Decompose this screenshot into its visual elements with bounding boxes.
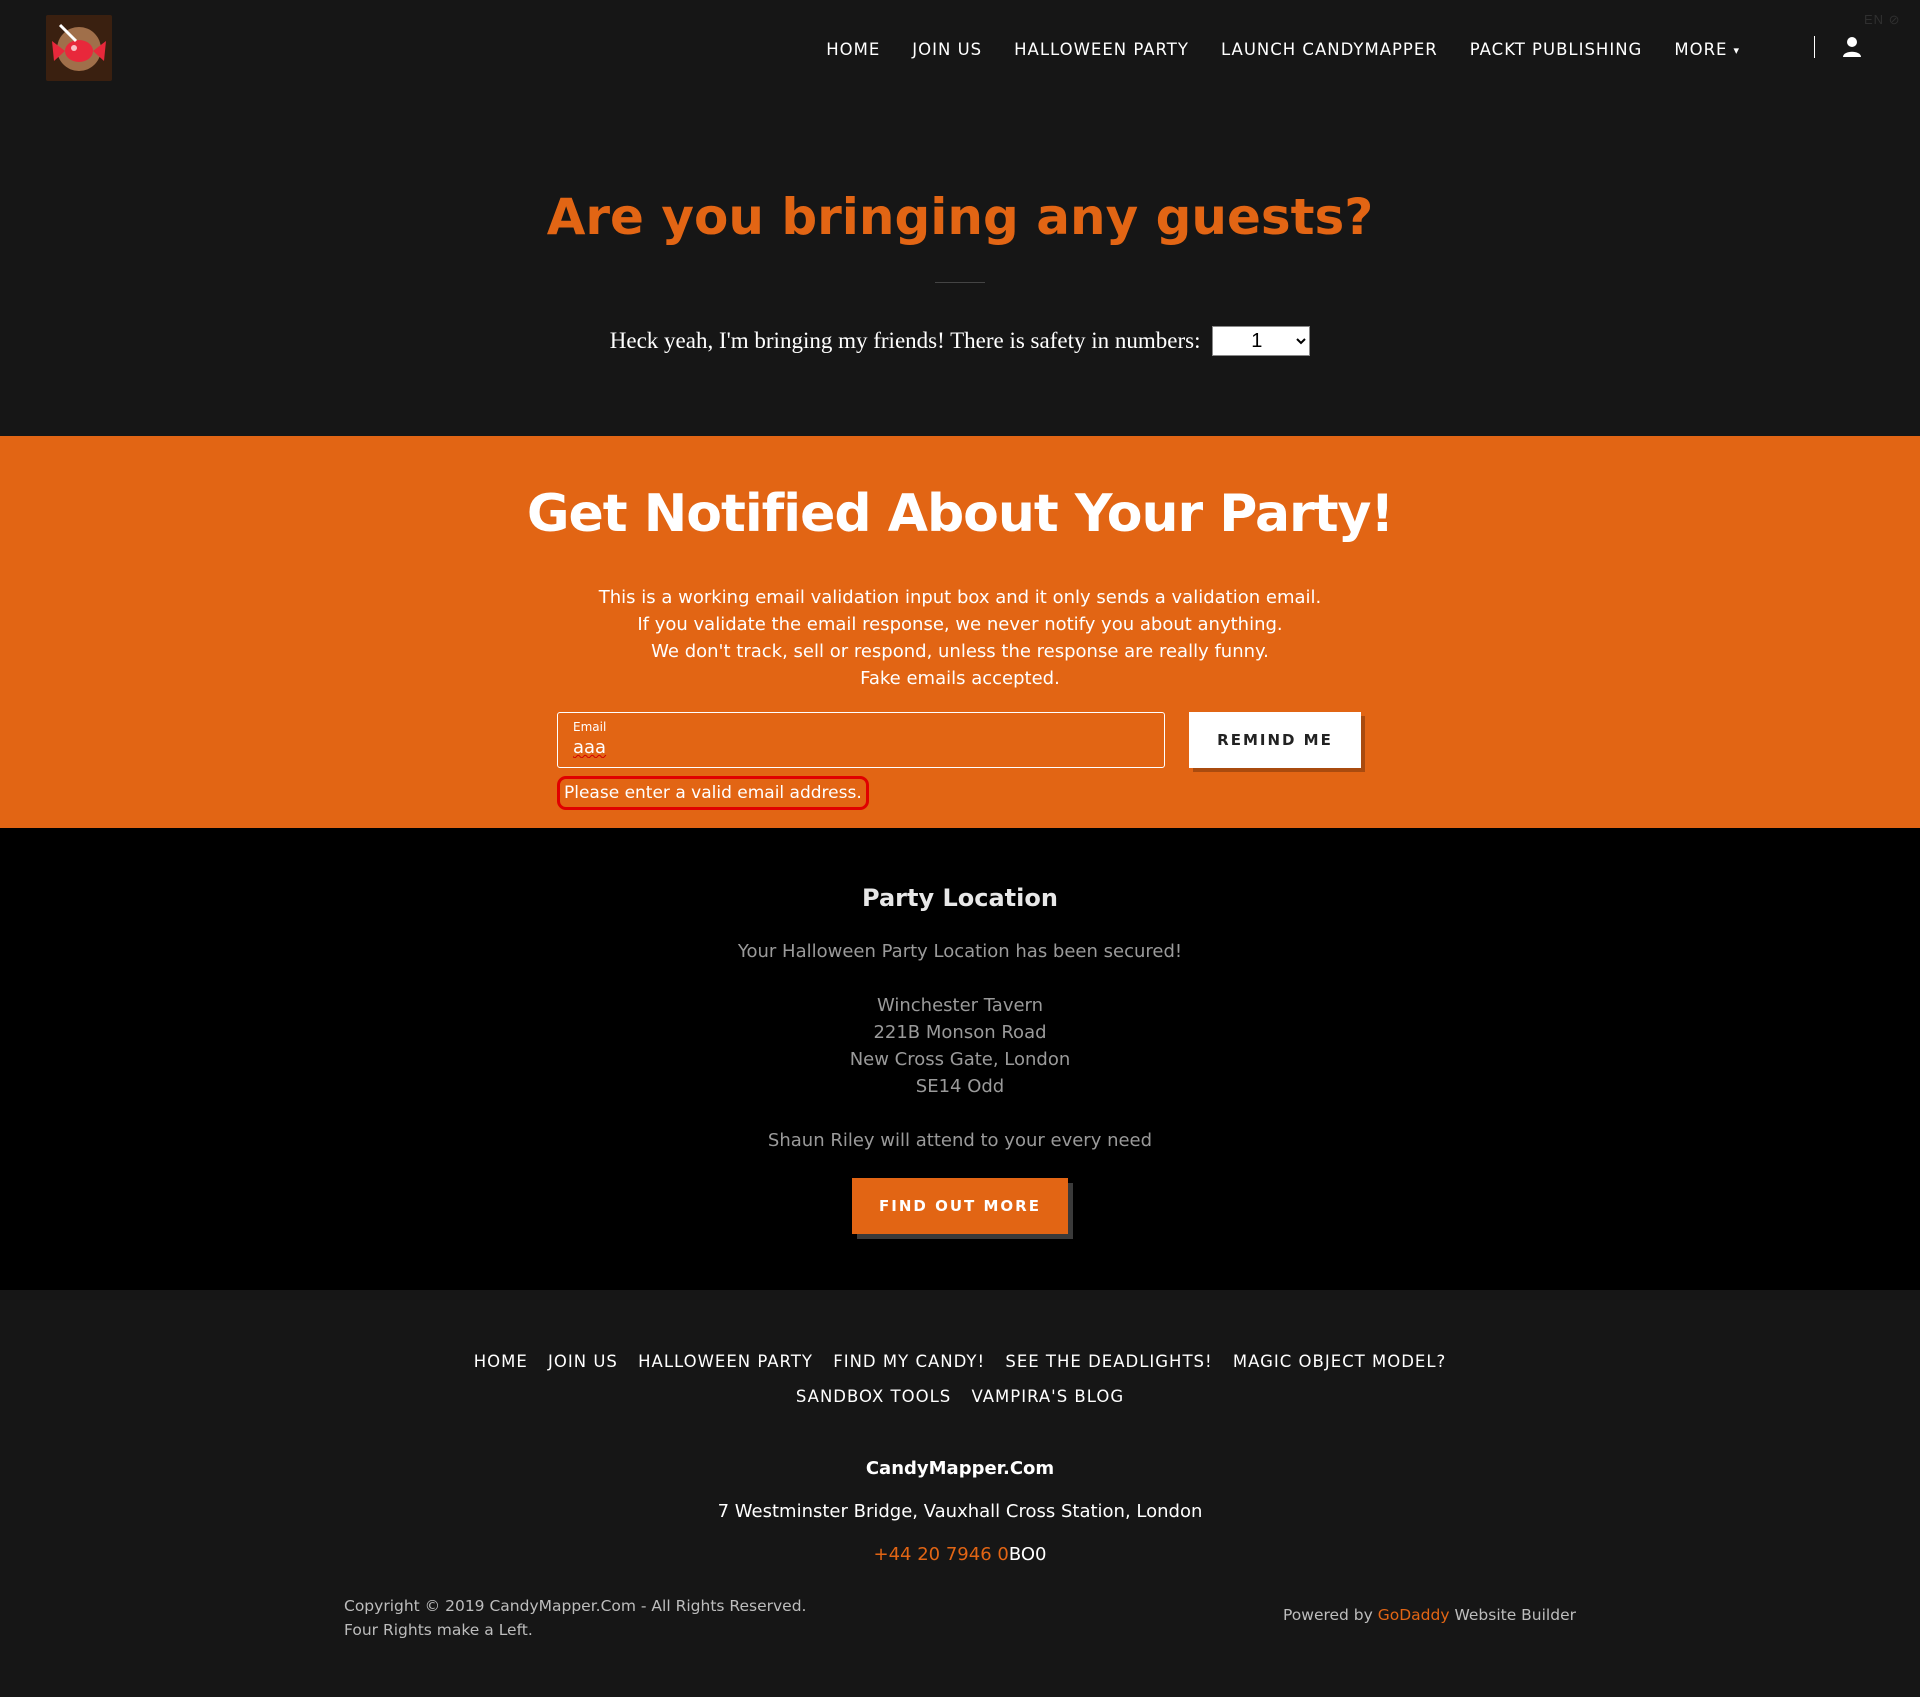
phone-number-link[interactable]: +44 20 7946 0 [874, 1544, 1009, 1565]
email-error-message: Please enter a valid email address. [557, 776, 869, 810]
notify-line: We don't track, sell or respond, unless … [651, 641, 1269, 662]
footer-phone[interactable]: +44 20 7946 0BO0 [0, 1544, 1920, 1565]
location-title: Party Location [862, 884, 1058, 912]
notify-section: Get Notified About Your Party! This is a… [0, 436, 1920, 828]
email-input[interactable] [573, 737, 1143, 758]
notify-line: Fake emails accepted. [860, 668, 1060, 689]
main-nav: HOME JOIN US HALLOWEEN PARTY LAUNCH CAND… [794, 40, 1740, 59]
guests-title: Are you bringing any guests? [546, 188, 1374, 246]
footer-nav-row-2: SANDBOX TOOLS VAMPIRA'S BLOG [0, 1387, 1920, 1406]
nav-divider [1814, 36, 1815, 58]
language-selector[interactable]: EN ⊘ [1864, 12, 1901, 28]
footer-nav-row-1: HOME JOIN US HALLOWEEN PARTY FIND MY CAN… [0, 1352, 1920, 1371]
copyright: Copyright © 2019 CandyMapper.Com - All R… [344, 1594, 806, 1642]
user-icon[interactable] [1842, 36, 1862, 58]
copyright-line: Copyright © 2019 CandyMapper.Com - All R… [344, 1597, 807, 1615]
footer-link-halloween-party[interactable]: HALLOWEEN PARTY [638, 1352, 813, 1371]
guests-prompt-row: Heck yeah, I'm bringing my friends! Ther… [0, 326, 1920, 356]
powered-by: Powered by GoDaddy Website Builder [1283, 1606, 1576, 1624]
footer-address: 7 Westminster Bridge, Vauxhall Cross Sta… [717, 1501, 1203, 1522]
section-divider [935, 282, 985, 283]
address-line: 221B Monson Road [873, 1022, 1047, 1043]
guests-prompt: Heck yeah, I'm bringing my friends! Ther… [609, 328, 1201, 353]
powered-suffix: Website Builder [1449, 1606, 1576, 1624]
footer-link-find-my-candy[interactable]: FIND MY CANDY! [833, 1352, 985, 1371]
guest-count-select[interactable]: 1 [1212, 326, 1311, 356]
footer-link-join-us[interactable]: JOIN US [548, 1352, 618, 1371]
powered-prefix: Powered by [1282, 1606, 1378, 1624]
site-header: HOME JOIN US HALLOWEEN PARTY LAUNCH CAND… [0, 0, 1920, 100]
party-location-section: Party Location Your Halloween Party Loca… [0, 828, 1920, 1290]
address-line: Winchester Tavern [876, 995, 1044, 1016]
candy-logo-icon[interactable] [46, 15, 112, 81]
notify-line: If you validate the email response, we n… [637, 614, 1283, 635]
email-label: Email [573, 720, 607, 734]
nav-more[interactable]: MORE ▾ [1674, 40, 1740, 59]
footer-link-magic-object-model[interactable]: MAGIC OBJECT MODEL? [1233, 1352, 1446, 1371]
address-line: SE14 Odd [915, 1076, 1005, 1097]
email-field[interactable]: Email [557, 712, 1165, 768]
nav-launch-candymapper[interactable]: LAUNCH CANDYMAPPER [1221, 40, 1438, 59]
location-secured-text: Your Halloween Party Location has been s… [737, 941, 1183, 962]
nav-more-label: MORE [1674, 40, 1728, 59]
nav-halloween-party[interactable]: HALLOWEEN PARTY [1014, 40, 1189, 59]
remind-me-button[interactable]: REMIND ME [1189, 712, 1361, 768]
nav-home[interactable]: HOME [826, 40, 880, 59]
notify-description: This is a working email validation input… [0, 584, 1920, 692]
footer-link-see-the-deadlights[interactable]: SEE THE DEADLIGHTS! [1005, 1352, 1212, 1371]
chevron-down-icon: ▾ [1733, 44, 1740, 57]
nav-join-us[interactable]: JOIN US [912, 40, 982, 59]
address-line: New Cross Gate, London [849, 1049, 1071, 1070]
notify-title: Get Notified About Your Party! [526, 484, 1394, 544]
phone-number-suffix: BO0 [1008, 1544, 1047, 1565]
nav-packt-publishing[interactable]: PACKT PUBLISHING [1470, 40, 1643, 59]
footer-brand: CandyMapper.Com [865, 1458, 1055, 1479]
find-out-more-button[interactable]: FIND OUT MORE [852, 1178, 1068, 1234]
copyright-line: Four Rights make a Left. [344, 1621, 533, 1639]
godaddy-link[interactable]: GoDaddy [1378, 1606, 1450, 1624]
host-text: Shaun Riley will attend to your every ne… [767, 1130, 1153, 1151]
location-details: Your Halloween Party Location has been s… [0, 938, 1920, 1154]
footer-link-vampiras-blog[interactable]: VAMPIRA'S BLOG [972, 1387, 1125, 1406]
footer-link-sandbox-tools[interactable]: SANDBOX TOOLS [796, 1387, 951, 1406]
notify-line: This is a working email validation input… [598, 587, 1322, 608]
footer-link-home[interactable]: HOME [474, 1352, 528, 1371]
